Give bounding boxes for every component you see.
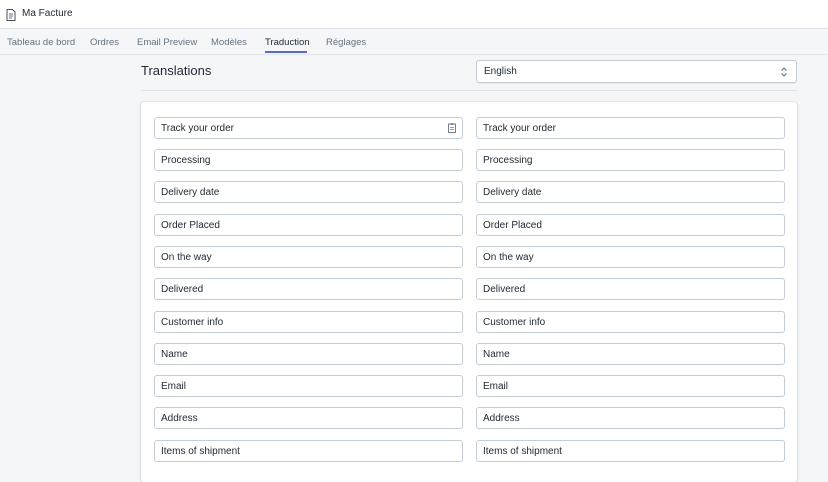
target-field-delivery-date[interactable]: Delivery date [476, 181, 785, 203]
source-field-text: Email [161, 381, 187, 392]
source-field-text: Order Placed [161, 220, 220, 231]
app-title: Ma Facture [22, 8, 73, 19]
target-field-text: Customer info [483, 317, 546, 328]
select-arrows-icon [781, 67, 787, 77]
source-field-text: Address [161, 413, 198, 424]
source-field-track-your-order[interactable]: Track your order [154, 117, 463, 139]
language-select[interactable]: English [476, 60, 797, 83]
source-field-processing[interactable]: Processing [154, 149, 463, 171]
source-field-email[interactable]: Email [154, 375, 463, 397]
target-field-text: Name [483, 349, 510, 360]
page-title: Translations [141, 63, 212, 78]
target-field-order-placed[interactable]: Order Placed [476, 214, 785, 236]
tab-email-preview[interactable]: Email Preview [137, 37, 197, 48]
source-field-name[interactable]: Name [154, 343, 463, 365]
nav-bar: Tableau de bord Ordres Email Preview Mod… [0, 29, 828, 55]
target-field-on-the-way[interactable]: On the way [476, 246, 785, 268]
source-field-customer-info[interactable]: Customer info [154, 311, 463, 333]
target-field-text: Delivered [483, 284, 526, 295]
target-field-text: Email [483, 381, 509, 392]
tab-traduction[interactable]: Traduction [265, 37, 310, 48]
source-field-text: On the way [161, 252, 212, 263]
tab-reglages[interactable]: Réglages [326, 37, 366, 48]
target-field-email[interactable]: Email [476, 375, 785, 397]
target-field-text: Items of shipment [483, 446, 562, 457]
source-field-address[interactable]: Address [154, 407, 463, 429]
source-field-text: Delivery date [161, 187, 220, 198]
tab-tableau-de-bord[interactable]: Tableau de bord [7, 37, 75, 48]
header-divider [141, 90, 797, 91]
source-field-text: Name [161, 349, 188, 360]
target-field-text: Processing [483, 155, 533, 166]
target-field-items-of-shipment[interactable]: Items of shipment [476, 440, 785, 462]
source-field-text: Processing [161, 155, 211, 166]
target-field-text: Delivery date [483, 187, 542, 198]
tab-modeles[interactable]: Modèles [211, 37, 247, 48]
source-field-text: Items of shipment [161, 446, 240, 457]
target-field-processing[interactable]: Processing [476, 149, 785, 171]
tab-ordres[interactable]: Ordres [90, 37, 119, 48]
top-bar: Ma Facture [0, 0, 828, 29]
target-field-customer-info[interactable]: Customer info [476, 311, 785, 333]
language-select-value: English [484, 66, 517, 77]
target-field-text: Order Placed [483, 220, 542, 231]
target-field-track-your-order[interactable]: Track your order [476, 117, 785, 139]
source-field-text: Customer info [161, 317, 224, 328]
target-field-text: Address [483, 413, 520, 424]
source-field-text: Track your order [161, 123, 234, 134]
source-field-delivered[interactable]: Delivered [154, 278, 463, 300]
target-field-text: Track your order [483, 123, 556, 134]
active-tab-indicator [265, 51, 307, 53]
source-field-order-placed[interactable]: Order Placed [154, 214, 463, 236]
target-field-name[interactable]: Name [476, 343, 785, 365]
clipboard-icon[interactable] [448, 123, 456, 133]
invoice-icon [6, 9, 16, 21]
source-field-text: Delivered [161, 284, 204, 295]
source-field-delivery-date[interactable]: Delivery date [154, 181, 463, 203]
target-field-text: On the way [483, 252, 534, 263]
source-field-items-of-shipment[interactable]: Items of shipment [154, 440, 463, 462]
target-field-delivered[interactable]: Delivered [476, 278, 785, 300]
target-field-address[interactable]: Address [476, 407, 785, 429]
source-field-on-the-way[interactable]: On the way [154, 246, 463, 268]
